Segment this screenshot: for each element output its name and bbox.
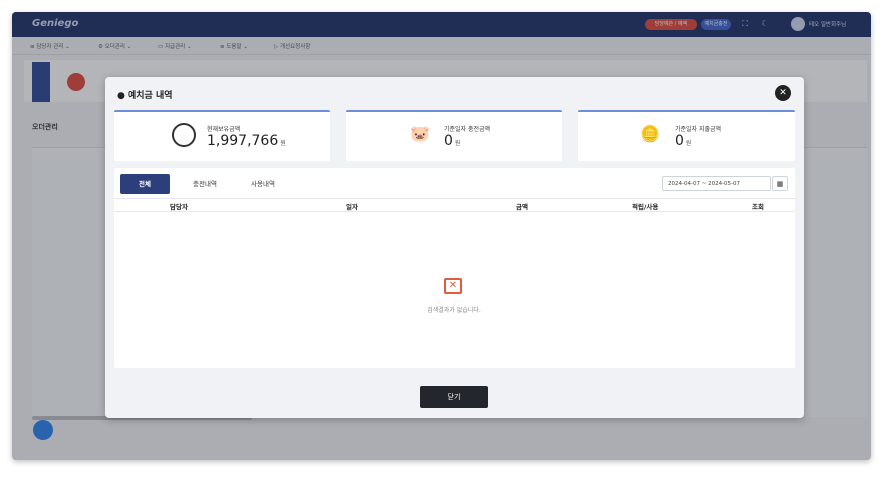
empty-result-icon: ✕ bbox=[444, 278, 462, 294]
card-amount: 0 bbox=[675, 133, 684, 149]
app-window: Geniego 담당예쓴 / 예액 예치금충전 ⛶ ☾ 테오 일반회주님 ≡ 담… bbox=[12, 12, 871, 460]
close-button[interactable]: 닫기 bbox=[420, 386, 488, 408]
column-amount: 금액 bbox=[516, 203, 528, 211]
balance-card: 현재보유금액 1,997,766 원 bbox=[114, 110, 330, 161]
close-icon[interactable]: ✕ bbox=[775, 85, 791, 101]
column-date: 일자 bbox=[346, 203, 358, 211]
deposit-history-modal: ● 예치금 내역 ✕ 현재보유금액 1,997,766 원 🐷 기준일자 충전금액… bbox=[105, 77, 804, 418]
modal-title: ● 예치금 내역 bbox=[117, 91, 173, 101]
column-view: 조회 bbox=[752, 203, 764, 211]
table-header: 담당자 일자 금액 적립/사용 조회 bbox=[114, 198, 795, 212]
column-manager: 담당자 bbox=[170, 203, 188, 211]
card-label: 기준일자 지출금액 bbox=[675, 126, 722, 133]
piggy-bank-icon: 🐷 bbox=[410, 124, 430, 143]
calendar-icon[interactable]: ▦ bbox=[772, 176, 788, 191]
card-value: 1,997,766 원 bbox=[207, 133, 286, 149]
card-amount: 1,997,766 bbox=[207, 133, 279, 149]
card-unit: 원 bbox=[280, 140, 286, 147]
card-label: 기준일자 충전금액 bbox=[444, 126, 491, 133]
tab-charge[interactable]: 충전내역 bbox=[184, 174, 226, 194]
column-type: 적립/사용 bbox=[632, 203, 659, 211]
card-unit: 원 bbox=[685, 140, 692, 147]
charge-card: 🐷 기준일자 충전금액 0원 bbox=[346, 110, 562, 161]
card-value: 0원 bbox=[444, 133, 460, 149]
coins-icon: 🪙 bbox=[640, 124, 660, 143]
history-panel: 전체 충전내역 사용내역 2024-04-07 ~ 2024-05-07 ▦ 담… bbox=[114, 168, 795, 368]
empty-message: 검색결과가 없습니다. bbox=[427, 307, 481, 314]
coin-icon bbox=[172, 123, 196, 147]
tab-all[interactable]: 전체 bbox=[120, 174, 170, 194]
date-range-input[interactable]: 2024-04-07 ~ 2024-05-07 bbox=[662, 176, 771, 191]
card-amount: 0 bbox=[444, 133, 453, 149]
card-unit: 원 bbox=[454, 140, 461, 147]
spend-card: 🪙 기준일자 지출금액 0원 bbox=[578, 110, 795, 161]
card-label: 현재보유금액 bbox=[207, 126, 241, 133]
card-value: 0원 bbox=[675, 133, 691, 149]
tab-usage[interactable]: 사용내역 bbox=[242, 174, 284, 194]
